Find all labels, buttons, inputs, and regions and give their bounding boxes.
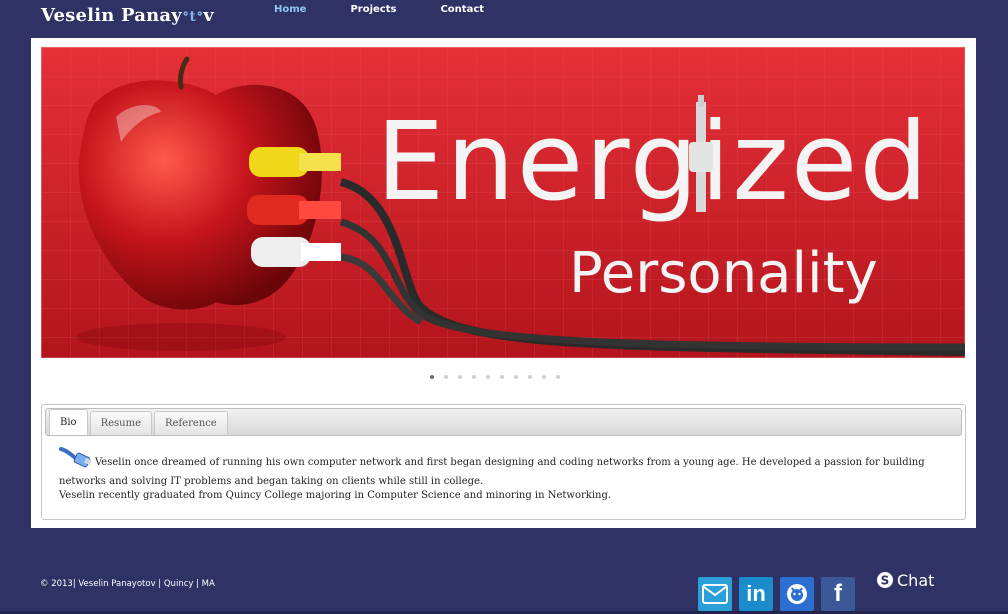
banner-headline: Energized [376, 100, 930, 225]
hero-banner-slide[interactable]: Energized Personality [41, 47, 965, 358]
banner-subline: Personality [569, 241, 878, 306]
top-bar: Veselin Panay ᐤtᐤ v Home Projects Contac… [0, 0, 1008, 38]
main-nav: Home Projects Contact [274, 4, 528, 15]
bio-paragraph-2: Veselin recently graduated from Quincy C… [59, 490, 612, 501]
network-cable-icon [59, 445, 93, 475]
brand-name: Veselin Panay [41, 5, 182, 26]
slide-dot[interactable] [430, 375, 434, 379]
facebook-icon[interactable]: f [821, 577, 855, 611]
skype-chat-button[interactable]: S Chat [876, 568, 936, 592]
slide-dot[interactable] [458, 375, 462, 379]
chat-label: Chat [897, 570, 935, 590]
slide-dot[interactable] [486, 375, 490, 379]
slide-dot[interactable] [500, 375, 504, 379]
slide-dot[interactable] [514, 375, 518, 379]
slide-dot[interactable] [472, 375, 476, 379]
github-icon[interactable] [780, 577, 814, 611]
tab-bio[interactable]: Bio [49, 409, 88, 435]
svg-text:S: S [881, 574, 890, 588]
skype-icon: S [877, 572, 893, 588]
brand-name-end: v [203, 5, 214, 26]
nav-projects-link[interactable]: Projects [350, 4, 396, 15]
nav-home-link[interactable]: Home [274, 4, 306, 15]
slide-dot[interactable] [444, 375, 448, 379]
tab-reference[interactable]: Reference [154, 411, 228, 435]
slide-dot[interactable] [556, 375, 560, 379]
profile-tabs: Bio Resume Reference Veselin once dreame… [41, 404, 966, 520]
content-panel: Energized Personality Bio Resume Referen… [31, 38, 976, 528]
nav-contact-link[interactable]: Contact [440, 4, 484, 15]
bio-paragraph-1: Veselin once dreamed of running his own … [59, 445, 946, 489]
tab-strip: Bio Resume Reference [45, 408, 962, 436]
slide-indicator [430, 375, 560, 379]
bio-text-1: Veselin once dreamed of running his own … [59, 457, 925, 487]
tab-resume[interactable]: Resume [89, 411, 152, 435]
slide-dot[interactable] [542, 375, 546, 379]
bio-tab-panel: Veselin once dreamed of running his own … [45, 436, 962, 504]
site-brand[interactable]: Veselin Panay ᐤtᐤ v [41, 5, 214, 26]
slide-dot[interactable] [528, 375, 532, 379]
mail-icon[interactable] [698, 577, 732, 611]
footer-copyright: © 2013| Veselin Panayotov | Quincy | MA [40, 579, 215, 589]
hero-banner-art: Energized Personality [41, 47, 965, 358]
social-links: in f [698, 577, 855, 611]
brand-name-tail: ᐤtᐤ [182, 9, 204, 25]
linkedin-icon[interactable]: in [739, 577, 773, 611]
